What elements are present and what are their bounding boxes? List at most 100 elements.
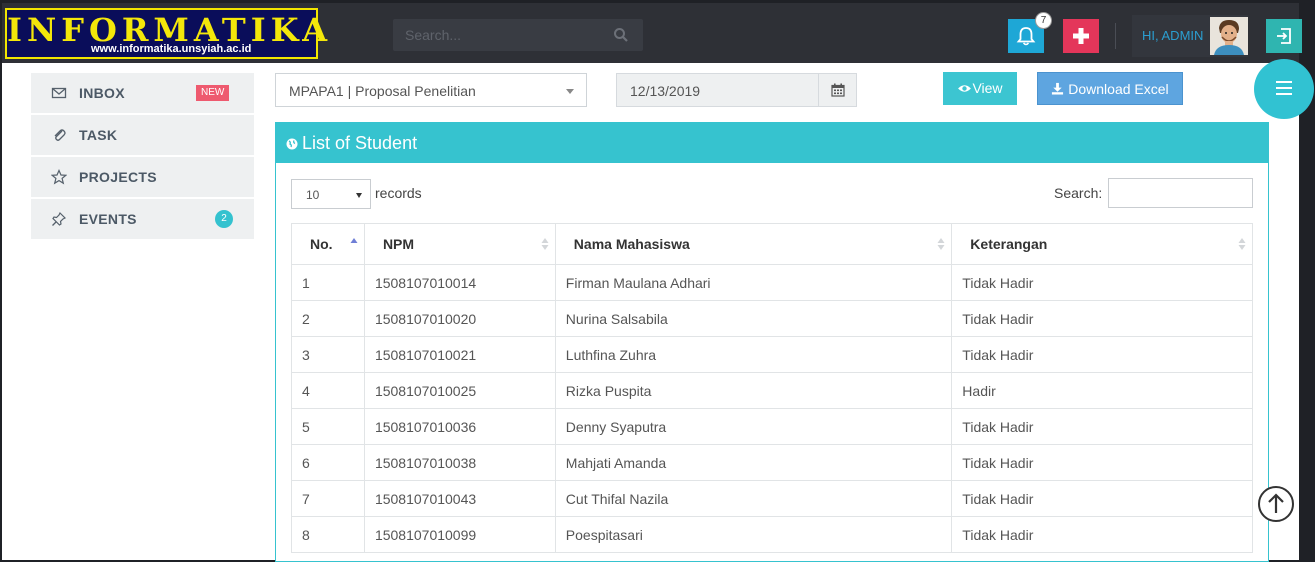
cell-no: 4 bbox=[291, 372, 365, 409]
student-list-panel: List of Student 10 records Search: No. N… bbox=[275, 122, 1269, 562]
column-header-keterangan[interactable]: Keterangan bbox=[951, 223, 1253, 265]
sidebar-item-inbox[interactable]: INBOX NEW bbox=[31, 73, 254, 113]
cell-npm: 1508107010043 bbox=[363, 480, 556, 517]
table-header-row: No. NPM Nama Mahasiswa Keterangan bbox=[291, 223, 1253, 265]
cell-keterangan: Tidak Hadir bbox=[951, 408, 1253, 445]
app-frame: INFORMATIKA www.informatika.unsyiah.ac.i… bbox=[0, 0, 1315, 562]
page-length-select[interactable]: 10 bbox=[291, 179, 371, 209]
cell-npm: 1508107010036 bbox=[363, 408, 556, 445]
top-bar: INFORMATIKA www.informatika.unsyiah.ac.i… bbox=[2, 3, 1302, 63]
column-header-npm[interactable]: NPM bbox=[363, 223, 556, 265]
events-count-badge: 2 bbox=[215, 210, 233, 228]
table-row[interactable]: 4 1508107010025 Rizka Puspita Hadir bbox=[291, 372, 1253, 409]
sidebar-item-label: PROJECTS bbox=[79, 169, 157, 185]
date-picker-button[interactable] bbox=[818, 74, 856, 106]
cell-keterangan: Tidak Hadir bbox=[951, 300, 1253, 337]
cell-no: 8 bbox=[291, 516, 365, 553]
sort-icon bbox=[541, 238, 549, 250]
site-logo[interactable]: INFORMATIKA www.informatika.unsyiah.ac.i… bbox=[5, 8, 327, 59]
table-row[interactable]: 8 1508107010099 Poespitasari Tidak Hadir bbox=[291, 516, 1253, 553]
course-select[interactable]: MPAPA1 | Proposal Penelitian bbox=[275, 73, 587, 107]
new-badge: NEW bbox=[196, 85, 230, 101]
cell-npm: 1508107010020 bbox=[363, 300, 556, 337]
cell-nama: Firman Maulana Adhari bbox=[554, 264, 953, 301]
view-button-label: View bbox=[972, 80, 1003, 96]
cell-keterangan: Tidak Hadir bbox=[951, 336, 1253, 373]
cell-npm: 1508107010025 bbox=[363, 372, 556, 409]
plus-icon bbox=[1073, 28, 1089, 44]
date-input[interactable]: 12/13/2019 bbox=[616, 73, 857, 107]
avatar bbox=[1210, 17, 1248, 55]
table-row[interactable]: 3 1508107010021 Luthfina Zuhra Tidak Had… bbox=[291, 336, 1253, 373]
view-button[interactable]: View bbox=[943, 72, 1017, 105]
globe-icon bbox=[286, 138, 298, 150]
cell-no: 2 bbox=[291, 300, 365, 337]
view-button-content: View bbox=[943, 80, 1017, 96]
sidebar-item-events[interactable]: EVENTS 2 bbox=[31, 199, 254, 239]
sort-icon bbox=[1238, 238, 1246, 250]
envelope-icon bbox=[51, 87, 67, 99]
column-header-label: Keterangan bbox=[970, 236, 1048, 252]
arrow-up-icon bbox=[1268, 493, 1284, 513]
menu-fab-button[interactable] bbox=[1254, 59, 1314, 119]
cell-nama: Poespitasari bbox=[554, 516, 953, 553]
cell-nama: Denny Syaputra bbox=[554, 408, 953, 445]
download-button-label: Download Excel bbox=[1068, 81, 1169, 97]
cell-keterangan: Tidak Hadir bbox=[951, 480, 1253, 517]
cell-keterangan: Tidak Hadir bbox=[951, 444, 1253, 481]
sign-out-icon bbox=[1277, 28, 1291, 44]
cell-no: 6 bbox=[291, 444, 365, 481]
cell-npm: 1508107010038 bbox=[363, 444, 556, 481]
sidebar-item-task[interactable]: TASK bbox=[31, 115, 254, 155]
notification-count-badge: 7 bbox=[1035, 12, 1052, 29]
star-icon bbox=[51, 169, 67, 185]
download-excel-button[interactable]: Download Excel bbox=[1037, 72, 1183, 105]
sidebar-item-label: EVENTS bbox=[79, 211, 137, 227]
records-label: records bbox=[375, 185, 422, 201]
logo-subtitle: www.informatika.unsyiah.ac.id bbox=[91, 43, 252, 55]
table-row[interactable]: 7 1508107010043 Cut Thifal Nazila Tidak … bbox=[291, 480, 1253, 517]
sidebar-item-projects[interactable]: PROJECTS bbox=[31, 157, 254, 197]
sort-icon bbox=[937, 238, 945, 250]
table-row[interactable]: 1 1508107010014 Firman Maulana Adhari Ti… bbox=[291, 264, 1253, 301]
course-select-value: MPAPA1 | Proposal Penelitian bbox=[289, 83, 476, 99]
scroll-to-top-button[interactable] bbox=[1258, 486, 1294, 522]
cell-nama: Cut Thifal Nazila bbox=[554, 480, 953, 517]
table-row[interactable]: 2 1508107010020 Nurina Salsabila Tidak H… bbox=[291, 300, 1253, 337]
cell-keterangan: Tidak Hadir bbox=[951, 516, 1253, 553]
table-search-input[interactable] bbox=[1108, 178, 1253, 208]
sort-asc-icon bbox=[350, 238, 358, 243]
cell-keterangan: Hadir bbox=[951, 372, 1253, 409]
add-new-button[interactable] bbox=[1063, 19, 1099, 53]
column-header-nama[interactable]: Nama Mahasiswa bbox=[554, 223, 953, 265]
cell-no: 7 bbox=[291, 480, 365, 517]
column-header-no[interactable]: No. bbox=[291, 223, 365, 265]
chevron-down-icon bbox=[566, 89, 574, 94]
user-menu[interactable]: HI, ADMIN bbox=[1132, 15, 1248, 57]
table-row[interactable]: 6 1508107010038 Mahjati Amanda Tidak Had… bbox=[291, 444, 1253, 481]
search-input[interactable] bbox=[393, 19, 608, 51]
hamburger-menu-icon bbox=[1276, 81, 1292, 95]
cell-npm: 1508107010099 bbox=[363, 516, 556, 553]
cell-no: 1 bbox=[291, 264, 365, 301]
toolbar-divider bbox=[1115, 23, 1116, 49]
panel-title: List of Student bbox=[302, 133, 418, 153]
sidebar-item-label: TASK bbox=[79, 127, 118, 143]
main-content: INBOX NEW TASK PROJECTS EVENTS 2 MPAPA1 … bbox=[2, 59, 1314, 562]
cell-no: 3 bbox=[291, 336, 365, 373]
page-length-value: 10 bbox=[306, 188, 320, 202]
search-icon[interactable] bbox=[613, 27, 629, 43]
column-header-label: No. bbox=[310, 236, 333, 252]
cell-no: 5 bbox=[291, 408, 365, 445]
table-row[interactable]: 5 1508107010036 Denny Syaputra Tidak Had… bbox=[291, 408, 1253, 445]
global-search bbox=[393, 19, 643, 51]
cell-npm: 1508107010014 bbox=[363, 264, 556, 301]
logout-button[interactable] bbox=[1266, 19, 1302, 53]
column-header-label: NPM bbox=[382, 236, 415, 252]
table-search-label: Search: bbox=[1054, 185, 1103, 201]
pin-icon bbox=[52, 211, 67, 226]
user-greeting: HI, ADMIN bbox=[1142, 28, 1204, 43]
eye-icon bbox=[958, 85, 972, 92]
date-input-value: 12/13/2019 bbox=[630, 83, 701, 99]
column-header-label: Nama Mahasiswa bbox=[573, 236, 690, 252]
